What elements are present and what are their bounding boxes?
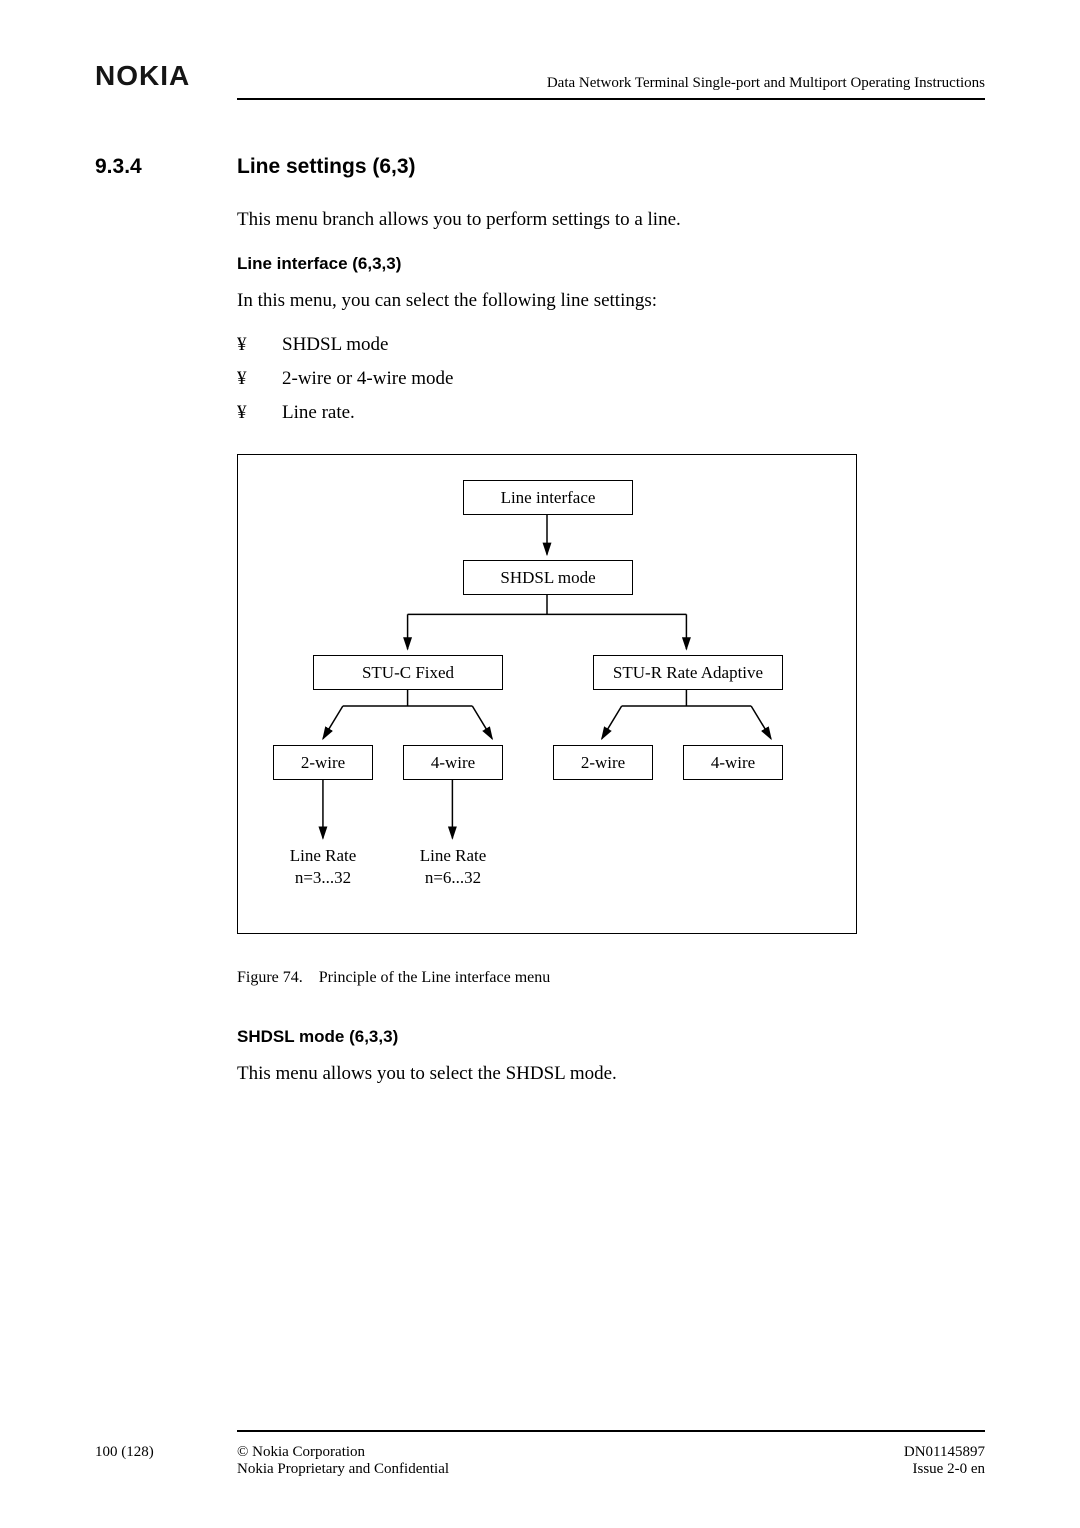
section-number: 9.3.4: [95, 155, 237, 179]
label-line-rate-b: Line Rate n=6...32: [403, 845, 503, 889]
brand-logo: NOKIA: [95, 60, 190, 92]
box-stu-c: STU-C Fixed: [313, 655, 503, 690]
copyright: © Nokia Corporation: [237, 1444, 904, 1461]
label-line-rate-a-line2: n=3...32: [273, 867, 373, 889]
page-number: 100 (128): [95, 1444, 237, 1478]
box-stu-r: STU-R Rate Adaptive: [593, 655, 783, 690]
list-item: ¥ 2-wire or 4-wire mode: [237, 368, 985, 390]
bullet-text: 2-wire or 4-wire mode: [282, 368, 453, 390]
bullet-text: SHDSL mode: [282, 334, 388, 356]
doc-title: Data Network Terminal Single-port and Mu…: [547, 75, 985, 92]
bullet-text: Line rate.: [282, 402, 355, 424]
box-line-interface: Line interface: [463, 480, 633, 515]
sub1-intro: In this menu, you can select the followi…: [237, 288, 985, 315]
bullet-list: ¥ SHDSL mode ¥ 2-wire or 4-wire mode ¥ L…: [237, 334, 985, 424]
box-2wire-right: 2-wire: [553, 745, 653, 780]
figure-label: Figure 74.: [237, 969, 303, 986]
footer-rule: [237, 1430, 985, 1432]
figure-text: Principle of the Line interface menu: [319, 969, 550, 986]
box-shdsl-mode: SHDSL mode: [463, 560, 633, 595]
line-interface-diagram: Line interface SHDSL mode STU-C Fixed ST…: [237, 454, 857, 934]
label-line-rate-a-line1: Line Rate: [273, 845, 373, 867]
bullet-icon: ¥: [237, 334, 282, 356]
sub-heading-line-interface: Line interface (6,3,3): [237, 254, 985, 274]
box-4wire-left: 4-wire: [403, 745, 503, 780]
figure-caption: Figure 74. Principle of the Line interfa…: [237, 969, 985, 987]
sub2-text: This menu allows you to select the SHDSL…: [237, 1061, 985, 1088]
intro-paragraph: This menu branch allows you to perform s…: [237, 207, 985, 234]
confidential: Nokia Proprietary and Confidential: [237, 1461, 904, 1478]
issue: Issue 2-0 en: [904, 1461, 985, 1478]
doc-id: DN01145897: [904, 1444, 985, 1461]
label-line-rate-b-line1: Line Rate: [403, 845, 503, 867]
box-2wire-left: 2-wire: [273, 745, 373, 780]
section-title: Line settings (6,3): [237, 155, 416, 179]
label-line-rate-a: Line Rate n=3...32: [273, 845, 373, 889]
header-rule: [237, 98, 985, 100]
list-item: ¥ Line rate.: [237, 402, 985, 424]
sub-heading-shdsl-mode: SHDSL mode (6,3,3): [237, 1027, 985, 1047]
bullet-icon: ¥: [237, 402, 282, 424]
box-4wire-right: 4-wire: [683, 745, 783, 780]
page-footer: 100 (128) © Nokia Corporation Nokia Prop…: [95, 1430, 985, 1478]
list-item: ¥ SHDSL mode: [237, 334, 985, 356]
label-line-rate-b-line2: n=6...32: [403, 867, 503, 889]
bullet-icon: ¥: [237, 368, 282, 390]
